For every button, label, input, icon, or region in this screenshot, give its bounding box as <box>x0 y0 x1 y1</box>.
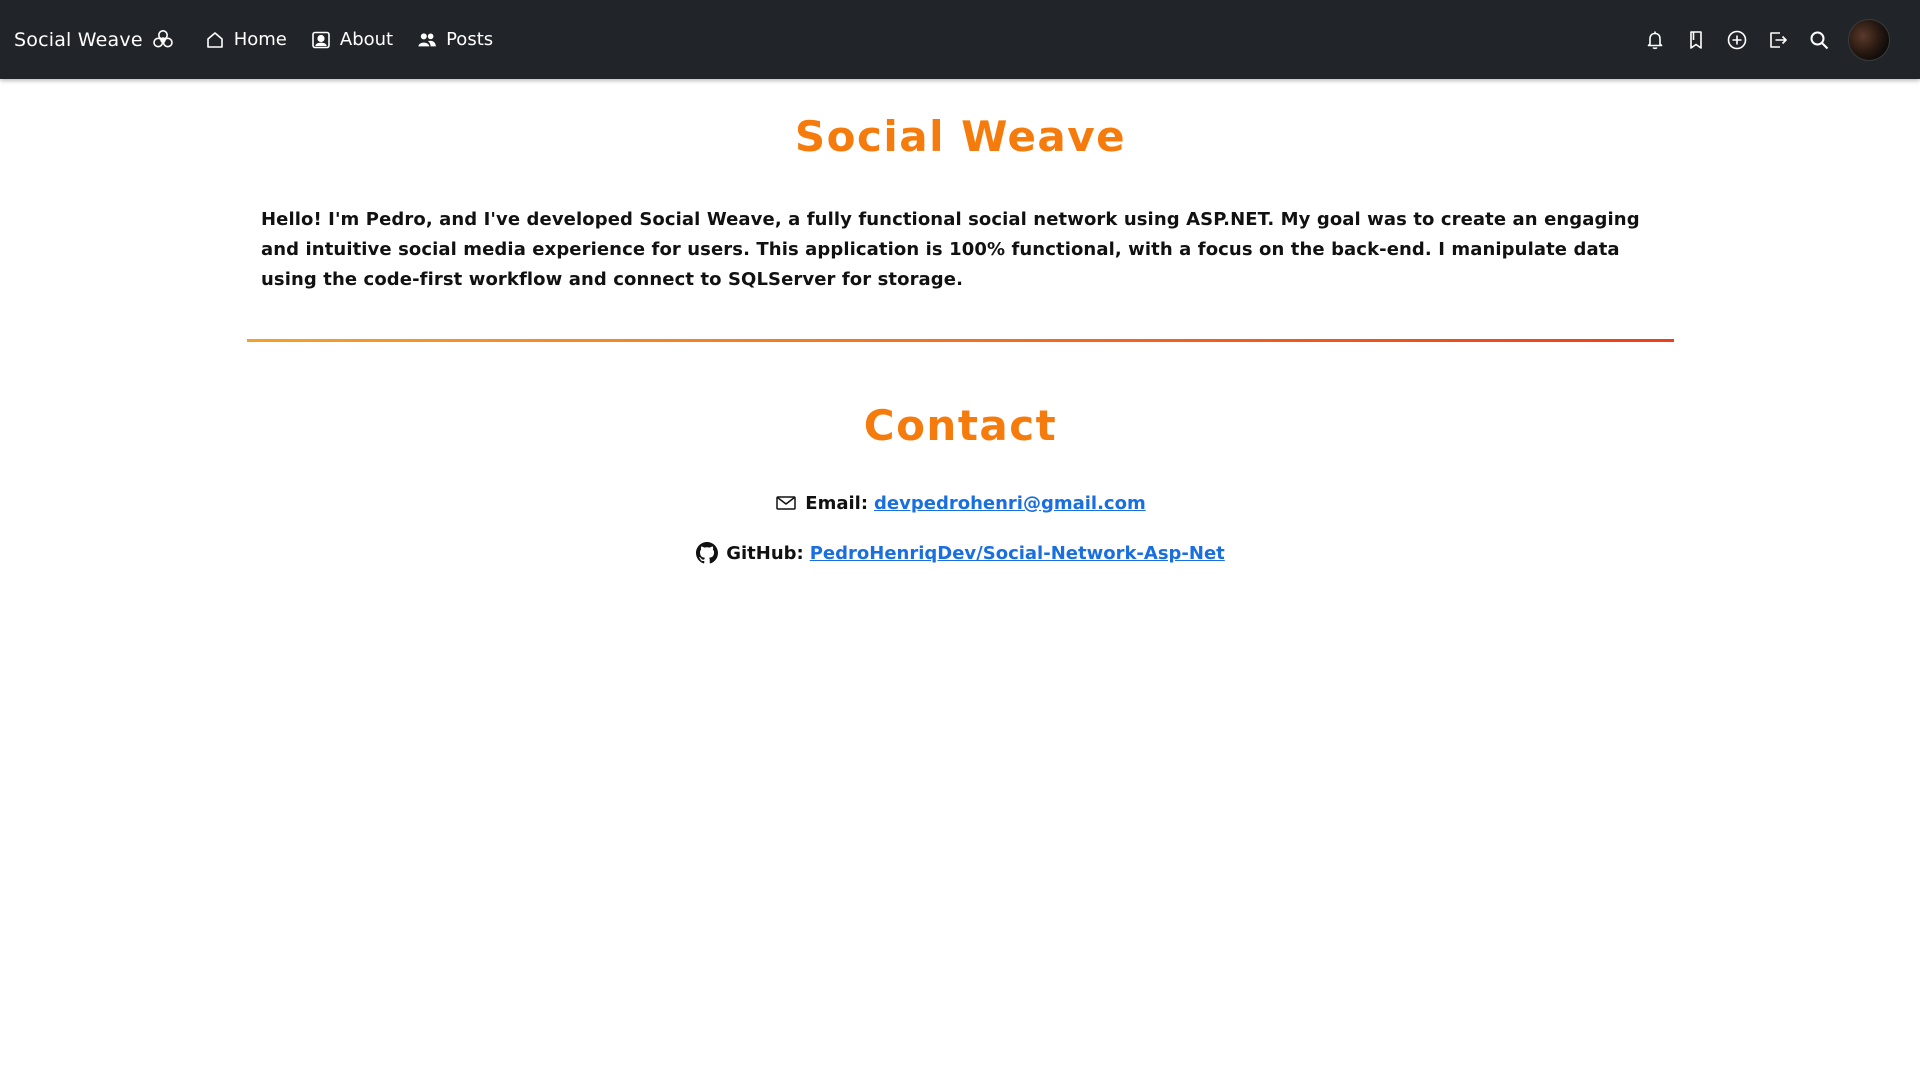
person-badge-icon <box>311 30 331 50</box>
github-label: GitHub: <box>726 542 804 564</box>
people-icon <box>417 30 437 50</box>
nav-actions <box>1625 18 1890 61</box>
email-contact-row: Email: devpedrohenri@gmail.com <box>247 492 1674 514</box>
nav-posts-label: Posts <box>446 29 494 50</box>
email-label: Email: <box>805 492 869 514</box>
nav-links: Home About Posts <box>205 29 517 50</box>
brand-name: Social Weave <box>14 28 143 51</box>
envelope-icon <box>775 492 797 514</box>
github-icon <box>696 542 719 564</box>
plus-circle-icon[interactable] <box>1726 29 1748 51</box>
sign-out-icon[interactable] <box>1767 29 1789 51</box>
contact-heading: Contact <box>863 401 1058 450</box>
top-navbar: Social Weave Home About Posts <box>0 0 1920 79</box>
email-link[interactable]: devpedrohenri@gmail.com <box>874 493 1146 514</box>
user-avatar[interactable] <box>1848 18 1890 61</box>
search-icon[interactable] <box>1808 29 1830 51</box>
house-icon <box>205 30 225 50</box>
bookmark-icon[interactable] <box>1685 29 1707 51</box>
nav-about-link[interactable]: About <box>311 29 393 50</box>
github-link[interactable]: PedroHenriqDev/Social-Network-Asp-Net <box>810 543 1225 564</box>
brand-link[interactable]: Social Weave <box>14 28 175 52</box>
flower-logo-icon <box>151 28 175 52</box>
bell-icon[interactable] <box>1644 29 1666 51</box>
nav-posts-link[interactable]: Posts <box>417 29 493 50</box>
github-contact-row: GitHub: PedroHenriqDev/Social-Network-As… <box>247 542 1674 564</box>
about-page-content: Social Weave Hello! I'm Pedro, and I've … <box>247 79 1674 564</box>
nav-home-label: Home <box>233 29 287 50</box>
intro-paragraph: Hello! I'm Pedro, and I've developed Soc… <box>261 209 1640 290</box>
page-title: Social Weave <box>794 112 1127 161</box>
nav-home-link[interactable]: Home <box>205 29 287 50</box>
nav-about-label: About <box>339 29 394 50</box>
section-divider <box>247 339 1674 342</box>
